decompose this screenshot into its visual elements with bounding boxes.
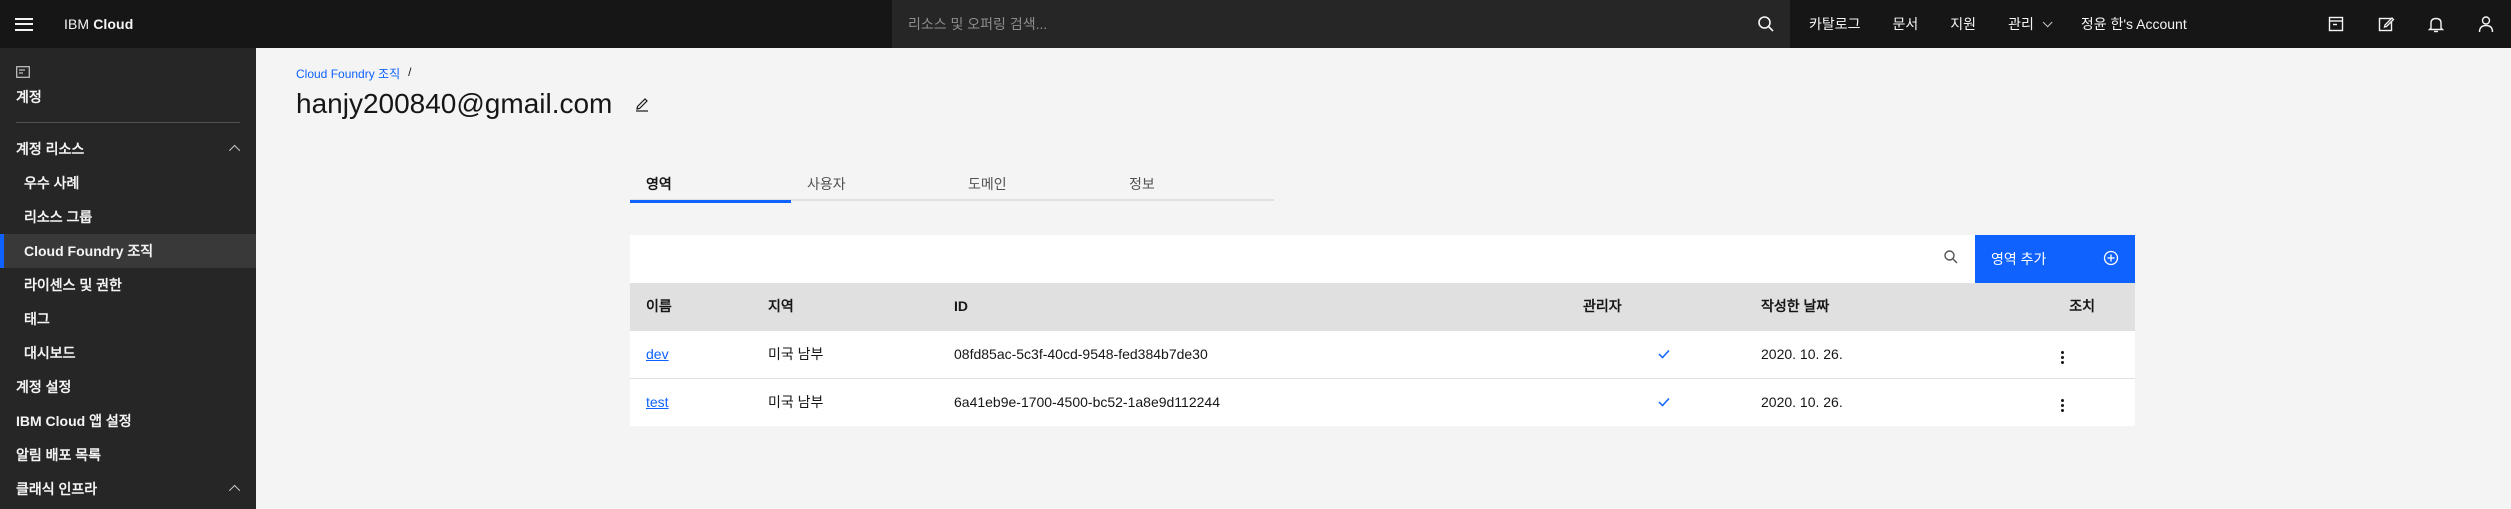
cell-id: 08fd85ac-5c3f-40cd-9548-fed384b7de30: [938, 329, 1583, 378]
overflow-menu-icon[interactable]: [2052, 347, 2072, 367]
cell-manager: [1583, 329, 1745, 378]
brand-logo[interactable]: IBM Cloud: [64, 16, 133, 32]
sidebar-item-tags[interactable]: 태그: [0, 302, 256, 336]
cell-created: 2020. 10. 26.: [1745, 329, 2052, 378]
top-header: IBM Cloud 카탈로그 문서 지원 관리 정윤 한's Account: [0, 0, 2511, 48]
breadcrumb-separator: /: [408, 65, 412, 79]
table-header-row: 이름 지역 ID 관리자 작성한 날짜 조치: [630, 283, 2135, 330]
header-nav: 카탈로그 문서 지원 관리 정윤 한's Account: [1793, 0, 2203, 48]
left-sidebar: 계정 계정 리소스 우수 사례 리소스 그룹 Cloud Foundry 조직 …: [0, 48, 256, 509]
global-search: [892, 0, 1790, 48]
sidebar-section-label: 클래식 인프라: [16, 481, 98, 497]
account-switcher[interactable]: 정윤 한's Account: [2065, 0, 2203, 48]
sidebar-item-resource-groups[interactable]: 리소스 그룹: [0, 200, 256, 234]
sidebar-item-notification-lists[interactable]: 알림 배포 목록: [0, 438, 256, 472]
sidebar-item-licenses[interactable]: 라이센스 및 권한: [0, 268, 256, 302]
search-icon[interactable]: [1943, 249, 1959, 270]
nav-manage[interactable]: 관리: [1992, 0, 2065, 48]
cell-actions: [2052, 329, 2135, 378]
column-header-id: ID: [938, 283, 1583, 330]
column-header-actions: 조치: [2052, 283, 2135, 330]
sidebar-item-dashboards[interactable]: 대시보드: [0, 336, 256, 370]
sidebar-item-account-settings[interactable]: 계정 설정: [0, 370, 256, 404]
overflow-menu-icon[interactable]: [2052, 396, 2072, 416]
cell-actions: [2052, 377, 2135, 426]
sidebar-section-classic-infra[interactable]: 클래식 인프라: [0, 472, 256, 506]
chevron-up-icon: [228, 484, 241, 497]
tab-list: 영역 사용자 도메인 정보: [630, 167, 1274, 203]
notifications-icon[interactable]: [2411, 0, 2461, 48]
checkmark-icon: [1658, 346, 1670, 362]
sidebar-home[interactable]: 계정: [0, 48, 256, 113]
search-input[interactable]: [892, 0, 1742, 48]
nav-support[interactable]: 지원: [1934, 0, 1992, 48]
edit-icon[interactable]: [634, 96, 650, 112]
chevron-down-icon: [2042, 16, 2053, 27]
tab-users[interactable]: 사용자: [791, 167, 952, 201]
cell-id: 6a41eb9e-1700-4500-bc52-1a8e9d112244: [938, 377, 1583, 426]
add-space-button[interactable]: 영역 추가: [1975, 235, 2135, 283]
space-link[interactable]: test: [646, 394, 669, 410]
add-space-label: 영역 추가: [1991, 251, 2047, 267]
cell-created: 2020. 10. 26.: [1745, 377, 2052, 426]
sidebar-item-best-practices[interactable]: 우수 사례: [0, 166, 256, 200]
sidebar-section-account-resources[interactable]: 계정 리소스: [0, 132, 256, 166]
column-header-region: 지역: [752, 283, 938, 330]
checkmark-icon: [1658, 394, 1670, 410]
column-header-name: 이름: [630, 283, 752, 330]
cell-name: dev: [630, 329, 752, 378]
account-home-icon: [16, 65, 240, 83]
table-row: test 미국 남부 6a41eb9e-1700-4500-bc52-1a8e9…: [630, 377, 2135, 426]
nav-catalog[interactable]: 카탈로그: [1793, 0, 1877, 48]
sidebar-home-label: 계정: [16, 89, 42, 105]
search-icon[interactable]: [1742, 0, 1790, 48]
chevron-up-icon: [228, 144, 241, 157]
table-toolbar: 영역 추가: [630, 235, 2135, 283]
feedback-edit-icon[interactable]: [2361, 0, 2411, 48]
space-link[interactable]: dev: [646, 346, 669, 362]
column-header-created: 작성한 날짜: [1745, 283, 2052, 330]
tab-domains[interactable]: 도메인: [952, 167, 1113, 201]
sidebar-item-app-settings[interactable]: IBM Cloud 앱 설정: [0, 404, 256, 438]
cost-estimator-icon[interactable]: [2311, 0, 2361, 48]
nav-manage-label: 관리: [2008, 16, 2034, 32]
page-title: hanjy200840@gmail.com: [296, 88, 613, 119]
spaces-table: 이름 지역 ID 관리자 작성한 날짜 조치 dev 미국 남부 08fd85a…: [630, 283, 2135, 426]
cell-region: 미국 남부: [752, 377, 938, 426]
sidebar-item-cloud-foundry-orgs[interactable]: Cloud Foundry 조직: [0, 234, 256, 268]
table-row: dev 미국 남부 08fd85ac-5c3f-40cd-9548-fed384…: [630, 329, 2135, 378]
nav-docs[interactable]: 문서: [1877, 0, 1935, 48]
header-tools: [2311, 0, 2511, 48]
menu-icon[interactable]: [0, 0, 48, 48]
breadcrumb: Cloud Foundry 조직 /: [296, 65, 411, 82]
tab-spaces[interactable]: 영역: [630, 167, 791, 203]
breadcrumb-link[interactable]: Cloud Foundry 조직: [296, 65, 400, 82]
cell-name: test: [630, 377, 752, 426]
user-avatar-icon[interactable]: [2461, 0, 2511, 48]
table-search: [630, 235, 1975, 283]
tab-info[interactable]: 정보: [1113, 167, 1274, 201]
sidebar-section-label: 계정 리소스: [16, 141, 85, 157]
cell-manager: [1583, 377, 1745, 426]
column-header-manager: 관리자: [1583, 283, 1745, 330]
page-title-row: hanjy200840@gmail.com: [296, 88, 650, 120]
add-circle-icon: [2103, 250, 2119, 269]
cell-region: 미국 남부: [752, 329, 938, 378]
